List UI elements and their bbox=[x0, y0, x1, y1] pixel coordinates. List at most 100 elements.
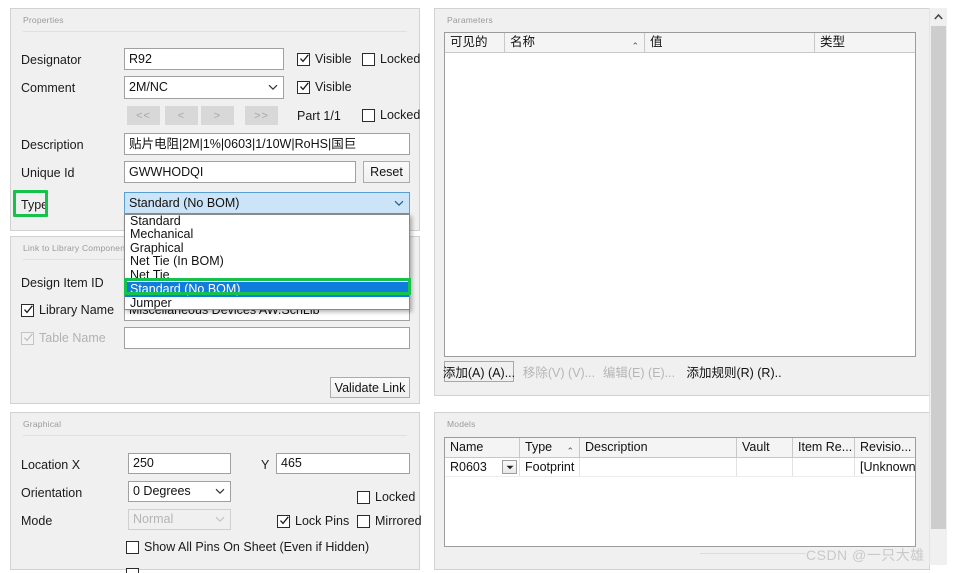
part-first-button[interactable]: << bbox=[127, 106, 160, 125]
orientation-locked-checkbox[interactable]: Locked bbox=[357, 490, 415, 504]
description-label: Description bbox=[21, 138, 84, 152]
checkbox-box bbox=[357, 490, 370, 504]
checkbox-box bbox=[277, 514, 290, 528]
type-combobox[interactable]: Standard (No BOM) bbox=[124, 192, 410, 214]
orientation-combobox[interactable]: 0 Degrees bbox=[128, 481, 231, 502]
parameters-col-type[interactable]: 类型 bbox=[815, 33, 915, 52]
description-input[interactable]: 贴片电阻|2M|1%|0603|1/10W|RoHS|国巨 bbox=[124, 133, 410, 155]
sort-ascending-icon: ⌃ bbox=[631, 41, 639, 51]
part-last-button[interactable]: >> bbox=[245, 106, 278, 125]
type-value: Standard (No BOM) bbox=[129, 196, 240, 210]
check-mark-icon bbox=[279, 515, 290, 526]
design-item-id-label: Design Item ID bbox=[21, 276, 104, 290]
orientation-label: Orientation bbox=[21, 486, 83, 500]
chevron-up-icon bbox=[934, 13, 943, 20]
check-mark-icon bbox=[299, 53, 310, 64]
clipped-bottom-checkbox[interactable] bbox=[126, 568, 139, 573]
orientation-value: 0 Degrees bbox=[133, 484, 191, 498]
check-mark-icon bbox=[23, 304, 34, 315]
models-grid[interactable]: Name Type ⌃ Description Vault Item Re...… bbox=[444, 437, 916, 547]
mode-value: Normal bbox=[133, 512, 174, 526]
models-col-type[interactable]: Type ⌃ bbox=[520, 438, 580, 457]
check-mark-icon bbox=[299, 81, 310, 92]
chevron-down-icon[interactable] bbox=[502, 460, 517, 474]
models-col-revision[interactable]: Revisio... bbox=[855, 438, 915, 457]
models-cell-name[interactable]: R0603 bbox=[445, 458, 520, 476]
designator-visible-checkbox[interactable]: Visible bbox=[297, 52, 352, 66]
dialog-vertical-scrollbar[interactable] bbox=[929, 8, 947, 565]
designator-label: Designator bbox=[21, 53, 82, 67]
parameters-col-value[interactable]: 值 bbox=[645, 33, 815, 52]
models-panel-title: Models bbox=[447, 419, 476, 429]
type-option-jumper[interactable]: Jumper bbox=[125, 297, 409, 309]
chevron-down-icon bbox=[214, 482, 226, 501]
comment-visible-label: Visible bbox=[315, 80, 352, 94]
location-y-input[interactable]: 465 bbox=[276, 453, 410, 474]
lock-pins-label: Lock Pins bbox=[295, 514, 350, 528]
designator-visible-label: Visible bbox=[315, 52, 352, 66]
models-cell-revision: [Unknown bbox=[860, 460, 915, 474]
parameters-add-rule-button[interactable]: 添加规则(R) (R).. bbox=[686, 361, 782, 382]
mode-label: Mode bbox=[21, 514, 53, 528]
mode-combobox: Normal bbox=[128, 509, 231, 530]
parameters-col-visible[interactable]: 可见的 bbox=[445, 33, 505, 52]
divider bbox=[23, 435, 407, 436]
validate-link-button[interactable]: Validate Link bbox=[330, 377, 410, 398]
models-col-type-label: Type bbox=[525, 440, 553, 454]
unique-id-label: Unique Id bbox=[21, 166, 75, 180]
part-prev-button[interactable]: < bbox=[165, 106, 198, 125]
scrollbar-thumb[interactable] bbox=[931, 26, 946, 529]
models-cell-item-rev bbox=[793, 458, 855, 476]
show-all-pins-checkbox[interactable]: Show All Pins On Sheet (Even if Hidden) bbox=[126, 540, 369, 554]
type-dropdown-list[interactable]: Standard Mechanical Graphical Net Tie (I… bbox=[124, 214, 410, 310]
table-name-checkbox: Table Name bbox=[21, 331, 106, 345]
models-col-name[interactable]: Name bbox=[445, 438, 520, 457]
type-option-mechanical[interactable]: Mechanical bbox=[125, 228, 409, 241]
type-option-net-tie-in-bom[interactable]: Net Tie (In BOM) bbox=[125, 255, 409, 268]
models-table-row[interactable]: R0603 Footprint [Unknown bbox=[445, 458, 915, 477]
chevron-down-icon bbox=[214, 510, 226, 529]
altium-component-properties-dialog: Properties Designator R92 Visible Locked… bbox=[0, 0, 955, 573]
checkbox-box bbox=[21, 331, 34, 345]
comment-visible-checkbox[interactable]: Visible bbox=[297, 80, 352, 94]
parameters-grid[interactable]: 可见的 名称 ⌃ 值 类型 bbox=[444, 32, 916, 357]
location-x-input[interactable]: 250 bbox=[128, 453, 231, 474]
check-mark-icon bbox=[23, 332, 34, 343]
models-col-description[interactable]: Description bbox=[580, 438, 737, 457]
scroll-up-button[interactable] bbox=[930, 8, 947, 25]
table-name-label: Table Name bbox=[39, 331, 106, 345]
checkbox-box bbox=[297, 52, 310, 66]
table-name-input[interactable] bbox=[124, 327, 410, 349]
parameters-col-name[interactable]: 名称 ⌃ bbox=[505, 33, 645, 52]
checkbox-box bbox=[126, 568, 139, 573]
type-option-standard-no-bom[interactable]: Standard (No BOM) bbox=[125, 281, 409, 297]
reset-unique-id-button[interactable]: Reset bbox=[363, 161, 410, 183]
checkbox-box bbox=[362, 52, 375, 66]
unique-id-input[interactable]: GWWHODQI bbox=[124, 161, 356, 183]
parameters-add-button[interactable]: 添加(A) (A)... bbox=[443, 361, 515, 382]
type-option-graphical[interactable]: Graphical bbox=[125, 242, 409, 255]
lock-pins-checkbox[interactable]: Lock Pins bbox=[277, 514, 349, 528]
parameters-col-name-label: 名称 bbox=[510, 35, 536, 49]
show-all-pins-label: Show All Pins On Sheet (Even if Hidden) bbox=[144, 540, 370, 554]
designator-input[interactable]: R92 bbox=[124, 48, 284, 70]
parameters-edit-button: 编辑(E) (E)... bbox=[601, 361, 677, 382]
sort-ascending-icon: ⌃ bbox=[566, 446, 574, 456]
location-label: Location X bbox=[21, 458, 81, 472]
type-label: Type bbox=[21, 198, 49, 212]
type-option-standard[interactable]: Standard bbox=[125, 215, 409, 228]
type-option-net-tie[interactable]: Net Tie bbox=[125, 269, 409, 282]
orientation-locked-label: Locked bbox=[375, 490, 416, 504]
models-col-item-rev[interactable]: Item Re... bbox=[793, 438, 855, 457]
location-y-label: Y bbox=[261, 458, 270, 472]
part-locked-label: Locked bbox=[380, 108, 421, 122]
part-locked-checkbox[interactable]: Locked bbox=[362, 108, 420, 122]
properties-panel-title: Properties bbox=[23, 15, 64, 25]
models-col-vault[interactable]: Vault bbox=[737, 438, 793, 457]
mirrored-checkbox[interactable]: Mirrored bbox=[357, 514, 422, 528]
comment-combobox[interactable]: 2M/NC bbox=[124, 76, 284, 99]
part-next-button[interactable]: > bbox=[201, 106, 234, 125]
library-name-checkbox[interactable]: Library Name bbox=[21, 303, 114, 317]
designator-locked-checkbox[interactable]: Locked bbox=[362, 52, 420, 66]
models-cell-description bbox=[580, 458, 737, 476]
